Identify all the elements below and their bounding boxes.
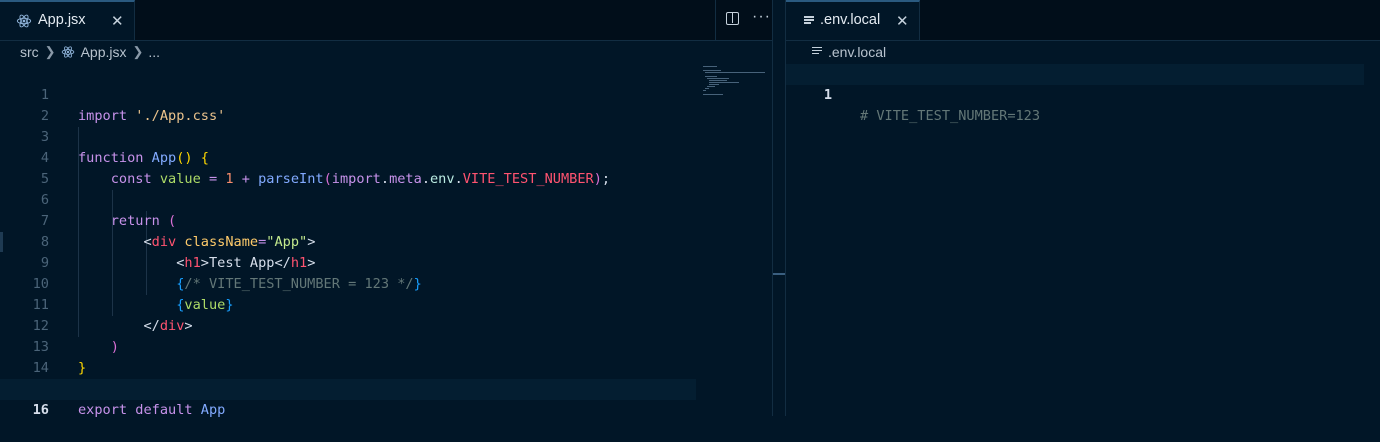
tab-app-jsx[interactable]: App.jsx ✕ [0,0,135,40]
code-line: 2 [0,85,696,124]
editor-group-left: App.jsx ✕ ··· src ❯ App.jsx ❯ ... 1 impo… [0,0,772,418]
file-lines-icon [804,16,814,25]
react-icon [61,46,74,58]
chevron-right-icon: ❯ [132,44,144,59]
breadcrumb: .env.local [812,41,886,63]
tab-bar-left: App.jsx ✕ ··· [0,0,772,41]
breadcrumb-folder[interactable]: src [20,44,39,60]
editor-split-sash[interactable] [772,0,786,416]
tab-label: .env.local [820,12,881,28]
editor-actions: ··· [715,0,772,40]
code-line: 5 [0,148,696,187]
tab-bar-right: .env.local ✕ [786,0,1380,41]
chevron-right-icon: ❯ [44,44,56,59]
code-line: 10 {value} [0,253,696,313]
code-line: 14 [0,337,696,376]
code-line: 9 {/* VITE_TEST_NUMBER = 123 */} [0,232,696,292]
file-lines-icon [812,46,822,56]
sash-marker [773,273,785,275]
split-editor-icon[interactable] [726,12,739,25]
minimap[interactable] [700,64,768,104]
breadcrumb-symbol[interactable]: ... [148,44,160,60]
line-number: 16 [32,402,49,418]
code-line: 3 function App() { [0,106,696,166]
vscode-window: App.jsx ✕ ··· src ❯ App.jsx ❯ ... 1 impo… [0,0,1380,418]
code-line: 7 <div className="App"> [0,190,696,250]
code-line: 1 import './App.css' [0,64,696,124]
breadcrumb: src ❯ App.jsx ❯ ... [20,41,160,63]
code-editor[interactable]: 1 import './App.css' 2 3 function App() … [0,64,696,418]
code-line-current: 16 [0,379,696,418]
more-actions-icon[interactable]: ··· [752,8,771,26]
code-line: 8 <h1>Test App</h1> [0,211,696,271]
code-line: 11 </div> [0,274,696,334]
close-icon[interactable]: ✕ [896,12,909,30]
editor-group-right: .env.local ✕ .env.local 1 # VITE_TEST_NU… [786,0,1380,416]
scrollbar-indicator[interactable] [0,232,3,252]
line-number: 1 [823,87,832,103]
breadcrumb-file[interactable]: App.jsx [81,44,127,60]
code-line: 13 } [0,316,696,376]
tab-label: App.jsx [38,12,86,28]
breadcrumb-file[interactable]: .env.local [828,44,886,60]
react-icon [16,14,32,28]
code-line: 15 export default App [0,358,696,418]
code-line-current: 1 # VITE_TEST_NUMBER=123 [786,64,1364,124]
code-line: 6 return ( [0,169,696,229]
code-text: # VITE_TEST_NUMBER=123 [860,108,1041,124]
code-line: 4 const value = 1 + parseInt(import.meta… [0,127,696,187]
code-line: 12 ) [0,295,696,355]
code-editor[interactable]: 1 # VITE_TEST_NUMBER=123 [786,64,1380,416]
close-icon[interactable]: ✕ [111,12,124,30]
tab-env-local[interactable]: .env.local ✕ [786,0,920,40]
